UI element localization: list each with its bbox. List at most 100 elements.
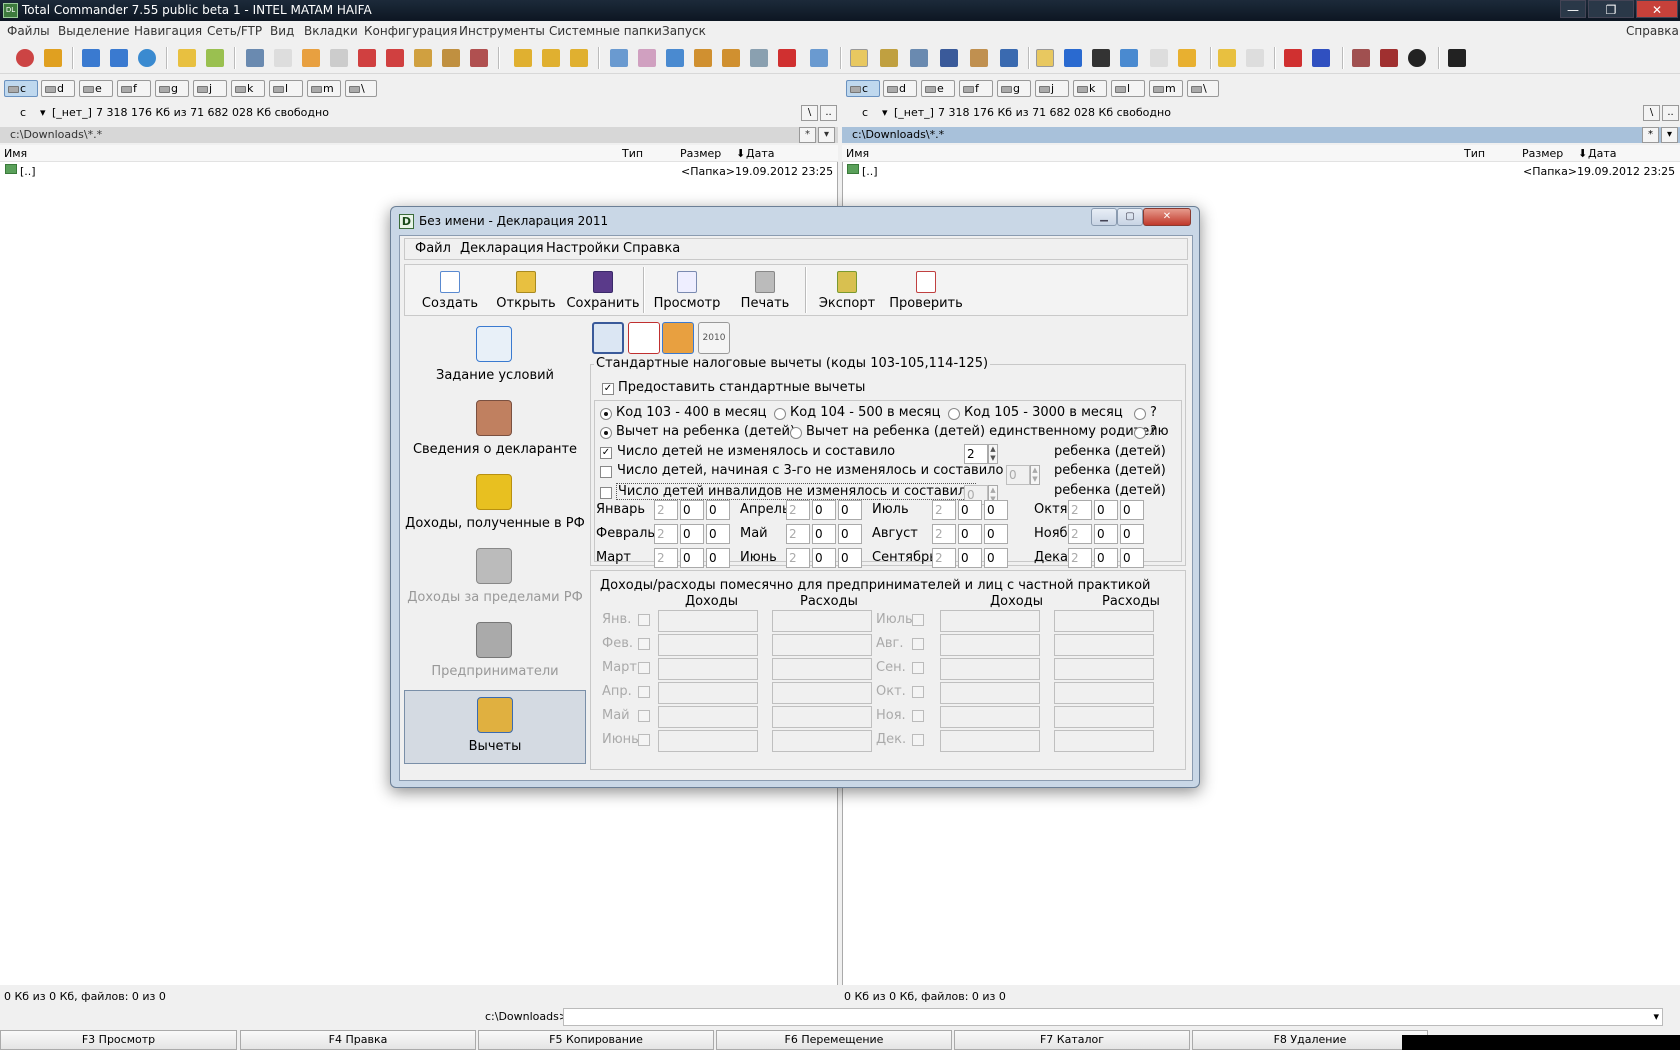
month-7-value-2-input[interactable]: 0: [984, 524, 1008, 544]
single-parent-radio[interactable]: [790, 427, 802, 439]
dialog-minimize-button[interactable]: ▁: [1091, 208, 1117, 226]
delete-icon[interactable]: [778, 49, 796, 67]
month-7-value-1-input[interactable]: 0: [958, 524, 982, 544]
biz-expense-input-right_months-1[interactable]: [1054, 634, 1154, 656]
month-8-value-0-input[interactable]: 2: [932, 548, 956, 568]
lock-icon[interactable]: [694, 49, 712, 67]
code105-radio[interactable]: [948, 408, 960, 420]
disk-icon[interactable]: [1352, 49, 1370, 67]
month-6-value-1-input[interactable]: 0: [958, 500, 982, 520]
ftp-icon[interactable]: [1284, 49, 1302, 67]
link-icon[interactable]: [750, 49, 768, 67]
right-path-bar[interactable]: c:\Downloads\*.* * ▾: [842, 127, 1680, 143]
left-file-row-up[interactable]: [..] <Папка> 19.09.2012 23:25: [0, 164, 838, 180]
month-3-value-0-input[interactable]: 2: [786, 500, 810, 520]
ext-icon[interactable]: [386, 49, 404, 67]
asterisk-icon[interactable]: [358, 49, 376, 67]
unchanged-checkbox[interactable]: ✓: [600, 447, 612, 459]
menu-launch[interactable]: Запуск: [662, 21, 706, 42]
biz-month-checkbox-left_months-1[interactable]: [638, 638, 650, 650]
file-icon[interactable]: [274, 49, 292, 67]
tab-standard-deductions-icon[interactable]: [592, 322, 624, 354]
biz-expense-input-left_months-2[interactable]: [772, 658, 872, 680]
open-button[interactable]: Открыть: [489, 265, 563, 315]
dialog-close-button[interactable]: ✕: [1143, 208, 1191, 226]
print-button[interactable]: Печать: [729, 265, 801, 315]
month-10-value-2-input[interactable]: 0: [1120, 524, 1144, 544]
month-2-value-0-input[interactable]: 2: [654, 548, 678, 568]
right-drive-5-button[interactable]: j: [1035, 80, 1069, 97]
month-3-value-2-input[interactable]: 0: [838, 500, 862, 520]
nav-income-rf[interactable]: Доходы, полученные в РФ: [404, 468, 586, 542]
left-path-bar[interactable]: c:\Downloads\*.* * ▾: [0, 127, 838, 143]
pack-icon[interactable]: [610, 49, 628, 67]
biz-expense-input-right_months-2[interactable]: [1054, 658, 1154, 680]
shield-icon[interactable]: [44, 49, 62, 67]
right-hotlist-button[interactable]: ▾: [1661, 127, 1678, 143]
f3-view-button[interactable]: F3 Просмотр: [0, 1030, 237, 1050]
left-drive-7-button[interactable]: l: [269, 80, 303, 97]
right-drive-9-button[interactable]: \: [1187, 80, 1219, 97]
left-drive-dropdown-icon[interactable]: ▾: [40, 104, 46, 122]
dialog-maximize-button[interactable]: ▢: [1117, 208, 1143, 226]
biz-income-input-right_months-2[interactable]: [940, 658, 1040, 680]
maximize-button[interactable]: ❐: [1588, 0, 1634, 18]
biz-expense-input-left_months-1[interactable]: [772, 634, 872, 656]
nav-deductions[interactable]: Вычеты: [404, 690, 586, 764]
dmenu-settings[interactable]: Настройки: [546, 239, 619, 259]
biz-month-checkbox-right_months-5[interactable]: [912, 734, 924, 746]
right-root-button[interactable]: \: [1643, 105, 1660, 121]
from3-checkbox[interactable]: [600, 466, 612, 478]
left-drive-5-button[interactable]: j: [193, 80, 227, 97]
menu-tools[interactable]: Инструменты: [459, 21, 545, 42]
thumbs-icon[interactable]: [970, 49, 988, 67]
unpack-icon[interactable]: [638, 49, 656, 67]
menu-navigation[interactable]: Навигация: [134, 21, 202, 42]
biz-income-input-left_months-2[interactable]: [658, 658, 758, 680]
video-icon[interactable]: [1092, 49, 1110, 67]
url-icon[interactable]: [1312, 49, 1330, 67]
right-col-name[interactable]: Имя: [846, 145, 869, 162]
biz-income-input-right_months-4[interactable]: [940, 706, 1040, 728]
biz-expense-input-left_months-0[interactable]: [772, 610, 872, 632]
menu-selection[interactable]: Выделение: [58, 21, 129, 42]
menu-files[interactable]: Файлы: [7, 21, 50, 42]
left-col-name[interactable]: Имя: [4, 145, 27, 162]
right-drive-4-button[interactable]: g: [997, 80, 1031, 97]
month-4-value-0-input[interactable]: 2: [786, 524, 810, 544]
right-drive-select[interactable]: c: [848, 104, 878, 122]
left-drive-0-button[interactable]: c: [4, 80, 38, 97]
biz-income-input-right_months-0[interactable]: [940, 610, 1040, 632]
f7-mkdir-button[interactable]: F7 Каталог: [954, 1030, 1190, 1050]
f4-edit-button[interactable]: F4 Правка: [240, 1030, 476, 1050]
biz-expense-input-left_months-4[interactable]: [772, 706, 872, 728]
biz-month-checkbox-left_months-0[interactable]: [638, 614, 650, 626]
month-3-value-1-input[interactable]: 0: [812, 500, 836, 520]
left-drive-8-button[interactable]: m: [307, 80, 341, 97]
month-1-value-2-input[interactable]: 0: [706, 524, 730, 544]
save-button[interactable]: Сохранить: [565, 265, 641, 315]
biz-month-checkbox-right_months-0[interactable]: [912, 614, 924, 626]
right-col-type[interactable]: Тип: [1464, 145, 1485, 162]
sync-icon[interactable]: [138, 49, 156, 67]
broom-icon[interactable]: [470, 49, 488, 67]
month-10-value-1-input[interactable]: 0: [1094, 524, 1118, 544]
month-2-value-2-input[interactable]: 0: [706, 548, 730, 568]
image-icon[interactable]: [1120, 49, 1138, 67]
month-0-value-2-input[interactable]: 0: [706, 500, 730, 520]
menu-system-folders[interactable]: Системные папки: [549, 21, 662, 42]
f8-delete-button[interactable]: F8 Удаление: [1192, 1030, 1428, 1050]
code103-radio[interactable]: [600, 408, 612, 420]
right-history-button[interactable]: *: [1642, 127, 1659, 143]
month-1-value-0-input[interactable]: 2: [654, 524, 678, 544]
biz-income-input-right_months-5[interactable]: [940, 730, 1040, 752]
left-drive-3-button[interactable]: f: [117, 80, 151, 97]
month-8-value-1-input[interactable]: 0: [958, 548, 982, 568]
left-col-date[interactable]: Дата: [746, 145, 774, 162]
right-col-date[interactable]: Дата: [1588, 145, 1616, 162]
left-drive-6-button[interactable]: k: [231, 80, 265, 97]
new-folder-icon[interactable]: [1218, 49, 1236, 67]
month-6-value-2-input[interactable]: 0: [984, 500, 1008, 520]
biz-month-checkbox-left_months-4[interactable]: [638, 710, 650, 722]
month-5-value-0-input[interactable]: 2: [786, 548, 810, 568]
